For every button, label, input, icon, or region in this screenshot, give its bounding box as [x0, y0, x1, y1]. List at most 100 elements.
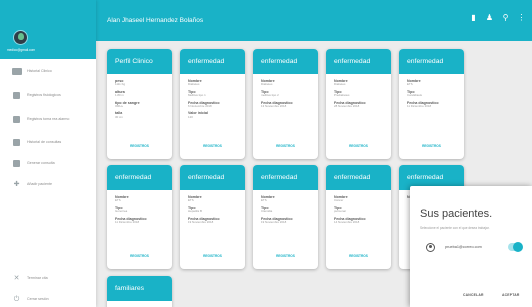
disease-card: enfermedad Nombre Cáncer Tipo pulmonar F…: [326, 165, 391, 269]
sidebar-item-label: Historial de consultas: [27, 140, 62, 144]
field-value: 120: [188, 114, 193, 119]
registros-button[interactable]: REGISTROS: [180, 254, 245, 258]
field-value: 14 Noviembre 2018: [334, 219, 360, 224]
clipboard-icon: [13, 91, 20, 99]
sidebar-item-label: Registros toma rea alarmo: [27, 117, 70, 121]
avatar[interactable]: [13, 30, 28, 45]
sidebar-item-historial-clinico[interactable]: Historial Clinico: [0, 63, 96, 79]
clinical-profile-card: Perfil Clinico peso 1111 Kg altura 1.80 …: [107, 49, 172, 159]
field-value: 19 Noviembre 2018: [188, 219, 214, 224]
topbar-actions: ▮ ♟ ⚲ ⋮: [469, 13, 526, 22]
card-title: enfermedad: [399, 49, 464, 74]
card-title: enfermedad: [180, 49, 245, 74]
doctor-email: medico@gmail.com: [7, 48, 36, 52]
patients-dialog: Sus pacientes. Seleccione el paciente co…: [410, 186, 532, 307]
sidebar-header: medico@gmail.com: [0, 0, 96, 59]
field-value: Gonorrea: [115, 209, 128, 213]
clipboard-icon: [13, 115, 20, 123]
sidebar-item-label: Historial Clinico: [27, 69, 52, 73]
card-title: enfermedad: [326, 49, 391, 74]
sidebar-item-cerrar-sesion[interactable]: ⏻ Cerrar sesión: [0, 291, 96, 307]
id-card-icon: [12, 67, 22, 75]
sidebar-item-generar-consulta[interactable]: Generar consulta: [0, 155, 96, 171]
field-value: ETS: [407, 82, 413, 87]
card-title: enfermedad: [326, 165, 391, 190]
disease-card: enfermedad Nombre Diabetes Tipo mellitus…: [253, 49, 318, 159]
field-value: 30 cm: [115, 114, 123, 119]
field-value: 6 Noviembre 2018: [188, 103, 212, 108]
field-value: Diabetes: [188, 82, 200, 87]
registros-button[interactable]: REGISTROS: [107, 254, 172, 258]
field-value: ETS: [261, 198, 267, 203]
card-title: Perfil Clinico: [107, 49, 172, 74]
dialog-subtitle: Seleccione el paciente con el que desea …: [420, 226, 490, 230]
card-title: enfermedad: [253, 49, 318, 74]
sidebar-item-registros-toma[interactable]: Registros toma rea alarmo: [0, 111, 96, 127]
registros-button[interactable]: REGISTROS: [326, 144, 391, 148]
family-card: familiares: [107, 276, 172, 307]
disease-card: enfermedad Nombre ETS Tipo Gonorrea Fech…: [107, 165, 172, 269]
field-value: 19 Noviembre 2018: [261, 219, 287, 224]
registros-button[interactable]: REGISTROS: [180, 144, 245, 148]
calendar-icon: [13, 159, 20, 167]
calendar-icon: [13, 138, 20, 146]
card-title: enfermedad: [253, 165, 318, 190]
registros-button[interactable]: REGISTROS: [399, 144, 464, 148]
field-value: pulmonar: [334, 209, 347, 213]
field-value: Prediabetes: [334, 93, 350, 97]
field-value: 13 Noviembre 2018: [261, 103, 287, 108]
field-value: Cáncer: [334, 198, 344, 203]
card-icon[interactable]: ▮: [469, 13, 478, 22]
accept-button[interactable]: ACEPTAR: [502, 293, 520, 297]
field-value: 1.80 m: [115, 93, 124, 97]
sidebar-item-anadir-paciente[interactable]: ✚ Añadir paciente: [0, 176, 96, 192]
field-value: Mellitus tipo 1: [188, 93, 206, 97]
sidebar-item-label: Generar consulta: [27, 161, 55, 165]
registros-button[interactable]: REGISTROS: [253, 254, 318, 258]
disease-card: enfermedad Nombre ETS Tipo Hepatitis B F…: [180, 165, 245, 269]
field-value: Hepatitis B: [188, 209, 202, 213]
patient-email[interactable]: prueba1@correo.com: [445, 245, 482, 249]
close-icon: ✕: [13, 274, 20, 282]
registros-button[interactable]: REGISTROS: [253, 144, 318, 148]
card-title: enfermedad: [107, 165, 172, 190]
field-value: 11 Diciembre 2018: [407, 103, 432, 108]
field-value: 11 Diciembre 2018: [115, 219, 140, 224]
add-person-icon: ✚: [13, 180, 20, 188]
card-title: familiares: [107, 276, 172, 301]
field-value: 28 Noviembre 2018: [334, 103, 360, 108]
more-vert-icon[interactable]: ⋮: [517, 13, 526, 22]
patient-name-title: Alan Jhaseel Hernandez Bolaños: [107, 17, 204, 24]
field-value: mellitus tipo 2: [261, 93, 279, 97]
disease-card: enfermedad Nombre ETS Tipo Candidiasis F…: [399, 49, 464, 159]
field-value: Diabetes: [261, 82, 273, 87]
sidebar-item-label: Registros fisiologicos: [27, 93, 61, 97]
registros-button[interactable]: REGISTROS: [107, 144, 172, 148]
field-value: Candidiasis: [407, 93, 422, 97]
account-circle-icon: [426, 243, 435, 252]
sidebar: medico@gmail.com Historial Clinico Regis…: [0, 0, 96, 307]
people-icon[interactable]: ♟: [485, 13, 494, 22]
search-icon[interactable]: ⚲: [501, 13, 510, 22]
sidebar-item-historial-consultas[interactable]: Historial de consultas: [0, 134, 96, 150]
disease-card: enfermedad Nombre ETS Tipo Clamidia Fech…: [253, 165, 318, 269]
field-value: ORH+: [115, 103, 124, 108]
dialog-title: Sus pacientes.: [420, 208, 493, 220]
field-value: Diabetes: [334, 82, 346, 87]
disease-card: enfermedad Nombre Diabetes Tipo Mellitus…: [180, 49, 245, 159]
card-title: enfermedad: [180, 165, 245, 190]
disease-card: enfermedad Nombre Diabetes Tipo Prediabe…: [326, 49, 391, 159]
field-value: ETS: [188, 198, 194, 203]
patient-toggle[interactable]: [508, 242, 523, 252]
sidebar-item-registros-fisiologicos[interactable]: Registros fisiologicos: [0, 87, 96, 103]
field-value: ETS: [115, 198, 121, 203]
sidebar-item-label: Terminar cita: [27, 276, 48, 280]
power-icon: ⏻: [13, 295, 20, 303]
field-value: Clamidia: [261, 209, 273, 213]
cancel-button[interactable]: CANCELAR: [463, 293, 484, 297]
registros-button[interactable]: REGISTROS: [326, 254, 391, 258]
sidebar-item-label: Cerrar sesión: [27, 297, 49, 301]
sidebar-item-terminar-cita[interactable]: ✕ Terminar cita: [0, 270, 96, 286]
sidebar-item-label: Añadir paciente: [27, 182, 52, 186]
field-value: 1111 Kg: [115, 82, 126, 87]
